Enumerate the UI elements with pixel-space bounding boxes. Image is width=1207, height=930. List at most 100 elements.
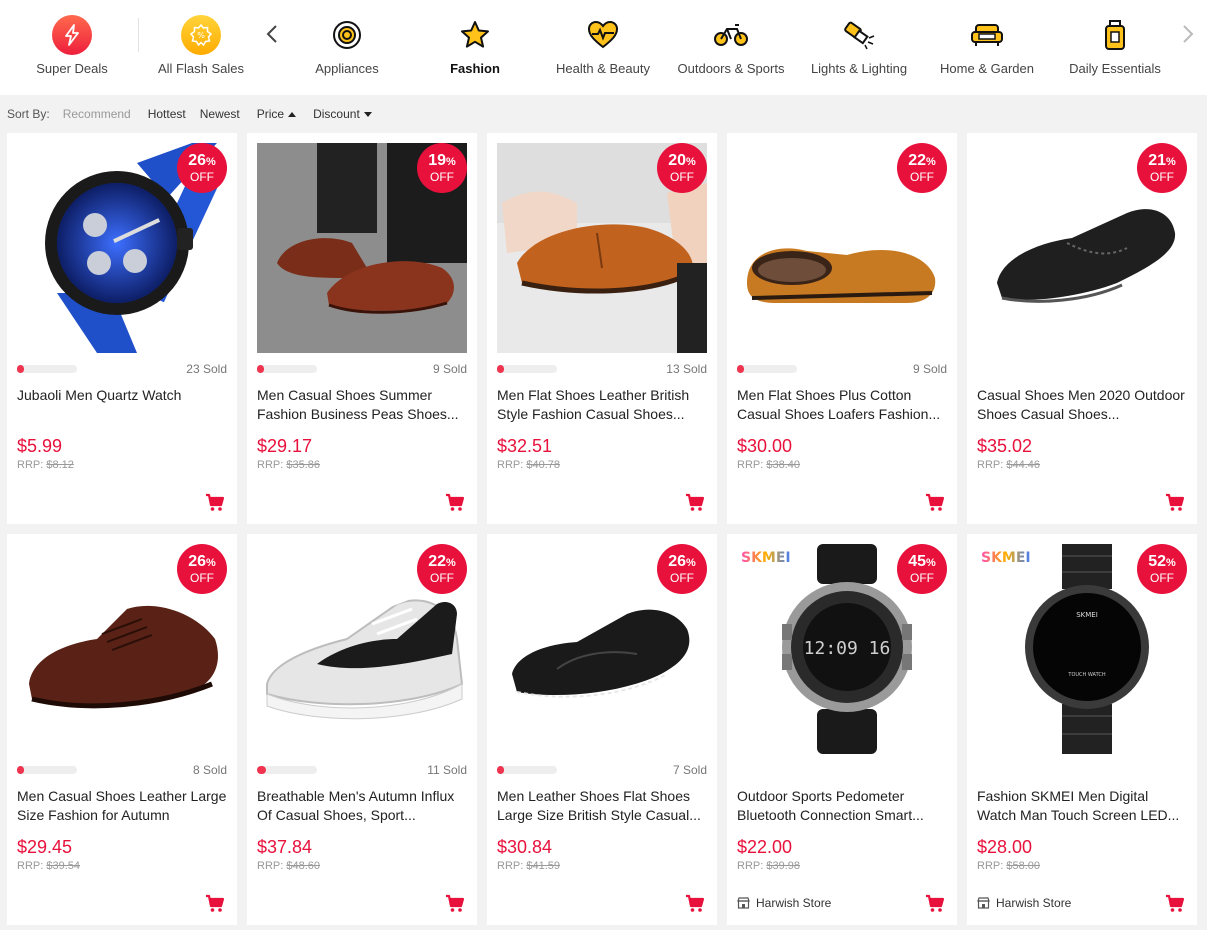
store-name: Harwish Store — [756, 896, 832, 910]
discount-badge: 52% OFF — [1137, 544, 1187, 594]
discount-off-label: OFF — [1150, 170, 1174, 184]
discount-percent-sign: % — [446, 557, 456, 569]
discount-value: 52 — [1148, 553, 1166, 570]
product-title[interactable]: Men Flat Shoes Plus Cotton Casual Shoes … — [737, 386, 949, 424]
bottle-icon — [1094, 14, 1136, 56]
sold-count: 9 Sold — [912, 362, 947, 376]
add-to-cart-icon[interactable] — [1165, 894, 1185, 914]
chevron-right-icon[interactable] — [1182, 22, 1194, 48]
discount-badge: 20% OFF — [657, 143, 707, 193]
product-title[interactable]: Jubaoli Men Quartz Watch — [17, 386, 229, 424]
product-title[interactable]: Fashion SKMEI Men Digital Watch Man Touc… — [977, 787, 1189, 825]
rrp-value: $39.54 — [46, 860, 80, 872]
product-title[interactable]: Men Flat Shoes Leather British Style Fas… — [497, 386, 709, 424]
sold-progress-fill — [497, 766, 505, 774]
discount-off-label: OFF — [190, 170, 214, 184]
category-fashion[interactable]: Fashion — [425, 0, 525, 95]
add-to-cart-icon[interactable] — [925, 894, 945, 914]
sold-progress-bar — [497, 766, 557, 774]
product-card[interactable]: 12:09 16 45% OFF Outdoor Sports Pedomete… — [727, 534, 957, 925]
star-icon — [454, 14, 496, 56]
rrp-label: RRP: — [737, 860, 764, 872]
add-to-cart-icon[interactable] — [445, 894, 465, 914]
add-to-cart-icon[interactable] — [685, 894, 705, 914]
sort-option-price[interactable]: Price — [257, 107, 297, 121]
discount-badge: 21% OFF — [1137, 143, 1187, 193]
category-all-flash-sales[interactable]: % All Flash Sales — [151, 0, 251, 95]
product-card[interactable]: SKMEI TOUCH WATCH 52% OFF Fashion SKMEI M… — [967, 534, 1197, 925]
category-label: Outdoors & Sports — [677, 61, 785, 76]
category-label: Home & Garden — [940, 61, 1034, 76]
rrp-label: RRP: — [977, 860, 1004, 872]
add-to-cart-icon[interactable] — [1165, 493, 1185, 513]
discount-percent-sign: % — [686, 156, 696, 168]
product-title[interactable]: Men Leather Shoes Flat Shoes Large Size … — [497, 787, 709, 825]
rrp-value: $8.12 — [46, 459, 74, 471]
product-card[interactable]: 26% OFF 23 Sold Jubaoli Men Quartz Watch… — [7, 133, 237, 524]
add-to-cart-icon[interactable] — [205, 493, 225, 513]
sold-progress-bar — [257, 365, 317, 373]
sort-option-label: Recommend — [62, 107, 131, 121]
sold-progress-fill — [257, 766, 266, 774]
product-rrp: RRP: $41.59 — [497, 860, 560, 872]
category-outdoors-sports[interactable]: Outdoors & Sports — [670, 0, 792, 95]
product-price: $30.00 — [737, 436, 793, 456]
rrp-value: $39.98 — [766, 860, 800, 872]
store-link[interactable]: Harwish Store — [977, 896, 1071, 910]
category-health-beauty[interactable]: Health & Beauty — [548, 0, 658, 95]
category-home-garden[interactable]: Home & Garden — [932, 0, 1042, 95]
store-link[interactable]: Harwish Store — [737, 896, 831, 910]
product-title[interactable]: Breathable Men's Autumn Influx Of Casual… — [257, 787, 469, 825]
store-icon — [737, 897, 750, 909]
sold-count: 23 Sold — [186, 362, 227, 376]
rrp-value: $40.78 — [526, 459, 560, 471]
category-appliances[interactable]: Appliances — [297, 0, 397, 95]
sold-progress-fill — [17, 365, 25, 373]
rrp-label: RRP: — [257, 860, 284, 872]
category-super-deals[interactable]: Super Deals — [22, 0, 122, 95]
product-title[interactable]: Men Casual Shoes Summer Fashion Business… — [257, 386, 469, 424]
product-card[interactable]: 21% OFF Casual Shoes Men 2020 Outdoor Sh… — [967, 133, 1197, 524]
sort-option-newest[interactable]: Newest — [200, 107, 240, 121]
add-to-cart-icon[interactable] — [685, 493, 705, 513]
sold-progress-bar — [257, 766, 317, 774]
product-card[interactable]: 19% OFF 9 Sold Men Casual Shoes Summer F… — [247, 133, 477, 524]
sold-progress-bar — [17, 365, 77, 373]
washing-machine-icon — [326, 14, 368, 56]
heart-pulse-icon — [582, 14, 624, 56]
sold-progress-bar — [497, 365, 557, 373]
add-to-cart-icon[interactable] — [925, 493, 945, 513]
product-card[interactable]: 26% OFF 7 Sold Men Leather Shoes Flat Sh… — [487, 534, 717, 925]
product-card[interactable]: 20% OFF 13 Sold Men Flat Shoes Leather B… — [487, 133, 717, 524]
discount-percent-sign: % — [926, 156, 936, 168]
sort-option-recommend[interactable]: Recommend — [63, 107, 131, 121]
product-rrp: RRP: $40.78 — [497, 459, 560, 471]
discount-off-label: OFF — [430, 571, 454, 585]
sort-option-discount[interactable]: Discount — [313, 107, 372, 121]
product-card[interactable]: 22% OFF 9 Sold Men Flat Shoes Plus Cotto… — [727, 133, 957, 524]
rrp-value: $44.46 — [1006, 459, 1040, 471]
rrp-value: $41.59 — [526, 860, 560, 872]
rrp-label: RRP: — [17, 860, 44, 872]
discount-value: 26 — [188, 553, 206, 570]
brand-logo: SKMEI — [981, 550, 1031, 566]
product-title[interactable]: Men Casual Shoes Leather Large Size Fash… — [17, 787, 229, 825]
product-rrp: RRP: $8.12 — [17, 459, 74, 471]
rrp-label: RRP: — [977, 459, 1004, 471]
category-lights-lighting[interactable]: Lights & Lighting — [804, 0, 914, 95]
sofa-icon — [966, 14, 1008, 56]
product-card[interactable]: 22% OFF 11 Sold Breathable Men's Autumn … — [247, 534, 477, 925]
product-title[interactable]: Outdoor Sports Pedometer Bluetooth Conne… — [737, 787, 949, 825]
add-to-cart-icon[interactable] — [445, 493, 465, 513]
chevron-left-icon[interactable] — [266, 22, 278, 48]
category-label: Health & Beauty — [556, 61, 650, 76]
rrp-value: $35.86 — [286, 459, 320, 471]
add-to-cart-icon[interactable] — [205, 894, 225, 914]
product-card[interactable]: 26% OFF 8 Sold Men Casual Shoes Leather … — [7, 534, 237, 925]
product-price: $29.17 — [257, 436, 313, 456]
discount-percent-sign: % — [206, 156, 216, 168]
category-daily-essentials[interactable]: Daily Essentials — [1060, 0, 1170, 95]
sort-option-hottest[interactable]: Hottest — [148, 107, 186, 121]
discount-value: 26 — [668, 553, 686, 570]
product-title[interactable]: Casual Shoes Men 2020 Outdoor Shoes Casu… — [977, 386, 1189, 424]
